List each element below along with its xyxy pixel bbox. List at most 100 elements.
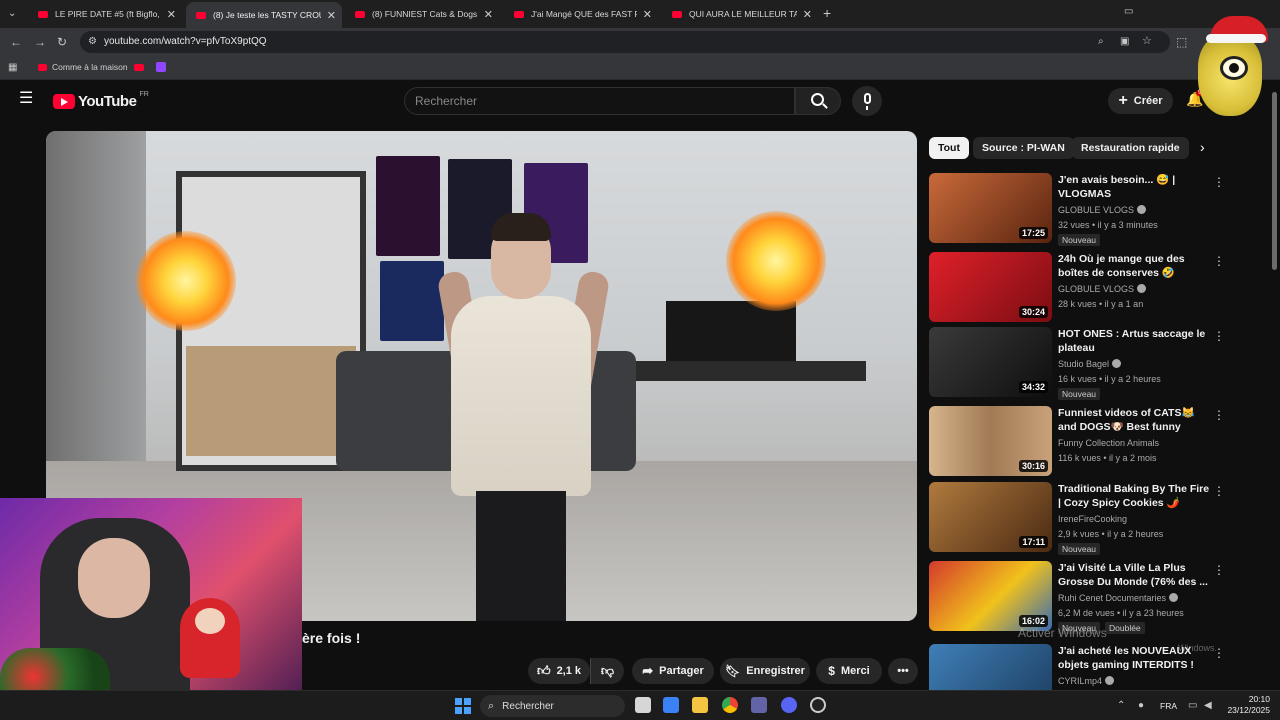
- video-thumbnail[interactable]: 30:24: [929, 252, 1052, 322]
- video-thumbnail[interactable]: 30:16: [929, 406, 1052, 476]
- recommendation-item[interactable]: 34:32 HOT ONES : Artus saccage le platea…: [929, 327, 1229, 400]
- recommendation-title[interactable]: HOT ONES : Artus saccage le plateau: [1058, 327, 1213, 355]
- more-options-icon[interactable]: ⋮: [1213, 563, 1225, 577]
- recommendation-title[interactable]: J'ai Visité La Ville La Plus Grosse Du M…: [1058, 561, 1213, 589]
- video-thumbnail[interactable]: 17:25: [929, 173, 1052, 243]
- voice-search-button[interactable]: [852, 86, 882, 116]
- video-thumbnail[interactable]: 34:32: [929, 327, 1052, 397]
- recommendation-title[interactable]: 24h Où je mange que des boîtes de conser…: [1058, 252, 1213, 280]
- more-options-icon[interactable]: ⋮: [1213, 175, 1225, 189]
- menu-icon[interactable]: ☰: [19, 91, 33, 107]
- activate-windows-watermark: Activer Windows: [1018, 626, 1107, 640]
- language-indicator[interactable]: FRA: [1160, 701, 1177, 711]
- share-button[interactable]: ➦ Partager: [632, 658, 714, 684]
- thanks-button[interactable]: $ Merci: [816, 658, 882, 684]
- video-person-torso: [451, 296, 591, 496]
- cast-icon[interactable]: ▣: [1120, 36, 1129, 48]
- url-text[interactable]: youtube.com/watch?v=pfvToX9ptQQ: [104, 36, 267, 47]
- page-scrollbar[interactable]: [1272, 92, 1277, 270]
- video-thumbnail[interactable]: 16:02: [929, 561, 1052, 631]
- taskbar-search[interactable]: ⌕ Rechercher: [480, 695, 625, 717]
- recommendation-title[interactable]: Traditional Baking By The Fire | Cozy Sp…: [1058, 482, 1213, 510]
- recommendation-item[interactable]: 17:11 Traditional Baking By The Fire | C…: [929, 482, 1229, 555]
- more-options-icon[interactable]: ⋮: [1213, 484, 1225, 498]
- tab-3[interactable]: (8) FUNNIEST Cats & Dogs Com ✕: [345, 3, 499, 25]
- zoom-icon[interactable]: ⌕: [1098, 36, 1104, 48]
- close-icon[interactable]: ✕: [327, 9, 336, 22]
- back-icon[interactable]: ←: [10, 36, 22, 48]
- close-icon[interactable]: ✕: [167, 8, 176, 21]
- video-thumbnail[interactable]: 17:11: [929, 482, 1052, 552]
- youtube-favicon-icon: [196, 11, 206, 19]
- site-info-icon[interactable]: ⚙: [88, 36, 97, 48]
- tab-4[interactable]: J'ai Mangé QUE des FAST FOOD ✕: [504, 3, 658, 25]
- channel-name[interactable]: IreneFireCooking: [1058, 514, 1127, 524]
- bookmark-star-icon[interactable]: ☆: [1142, 35, 1152, 47]
- close-icon[interactable]: ✕: [643, 8, 652, 21]
- recommendation-title[interactable]: J'en avais besoin... 😅 | VLOGMAS: [1058, 173, 1213, 201]
- more-options-icon[interactable]: ⋮: [1213, 254, 1225, 268]
- close-icon[interactable]: ✕: [803, 8, 812, 21]
- search-input[interactable]: Rechercher: [404, 87, 795, 115]
- search-button[interactable]: [795, 87, 841, 115]
- more-actions-button[interactable]: •••: [888, 658, 918, 684]
- discord-icon[interactable]: [781, 697, 797, 713]
- close-icon[interactable]: ✕: [484, 8, 493, 21]
- youtube-bookmark-icon[interactable]: [134, 64, 144, 71]
- obs-icon[interactable]: [810, 697, 826, 713]
- apps-grid-icon[interactable]: ▦: [8, 62, 17, 74]
- bookmark-item[interactable]: Comme à la maison: [38, 62, 128, 72]
- recommendation-item[interactable]: 16:02 J'ai Visité La Ville La Plus Gross…: [929, 561, 1229, 634]
- save-label: Enregistrer: [746, 665, 805, 677]
- forward-icon[interactable]: →: [34, 36, 46, 48]
- task-view-icon[interactable]: [635, 697, 651, 713]
- teams-icon[interactable]: [751, 697, 767, 713]
- video-person: [406, 201, 636, 621]
- tab-1[interactable]: LE PIRE DATE #5 (ft Bigflo, Anyme ✕: [28, 3, 182, 25]
- video-thumbnail[interactable]: [929, 644, 1052, 690]
- save-button[interactable]: 🔖︎ Enregistrer: [720, 658, 810, 684]
- recommendation-title[interactable]: Funniest videos of CATS😹 and DOGS🐶 Best …: [1058, 406, 1213, 434]
- like-button[interactable]: 👍︎ 2,1 k: [528, 658, 590, 684]
- chip-all[interactable]: Tout: [929, 137, 969, 159]
- new-tab-button[interactable]: +: [823, 6, 831, 20]
- address-bar[interactable]: ⚙ youtube.com/watch?v=pfvToX9ptQQ ⌕ ▣ ☆: [80, 31, 1170, 53]
- store-icon[interactable]: [663, 697, 679, 713]
- duration-badge: 34:32: [1018, 381, 1048, 393]
- channel-name[interactable]: Studio Bagel: [1058, 359, 1122, 369]
- windows-start-icon[interactable]: [455, 698, 471, 714]
- recommendation-item[interactable]: 30:16 Funniest videos of CATS😹 and DOGS🐶…: [929, 406, 1229, 478]
- channel-name[interactable]: CYRILmp4: [1058, 676, 1115, 686]
- youtube-logo[interactable]: YouTube FR: [53, 91, 149, 110]
- network-icon[interactable]: ▭: [1188, 700, 1197, 712]
- tab-search-icon[interactable]: ⌄: [8, 8, 16, 20]
- tab-title: QUI AURA LE MEILLEUR TALENT: [689, 9, 797, 19]
- mic-tray-icon[interactable]: ●: [1138, 700, 1144, 712]
- tray-chevron-icon[interactable]: ⌃: [1117, 700, 1125, 712]
- chevron-right-icon[interactable]: ›: [1200, 140, 1205, 154]
- file-explorer-icon[interactable]: [692, 697, 708, 713]
- recommendation-item[interactable]: 17:25 J'en avais besoin... 😅 | VLOGMAS G…: [929, 173, 1229, 246]
- channel-name[interactable]: Funny Collection Animals: [1058, 438, 1159, 448]
- video-meta: 28 k vues • il y a 1 an: [1058, 299, 1144, 309]
- tab-2[interactable]: (8) Je teste les TASTY CROUSTY ✕: [186, 2, 342, 28]
- reload-icon[interactable]: ↻: [57, 36, 67, 48]
- dislike-button[interactable]: 👎︎: [590, 658, 624, 684]
- recommendation-item[interactable]: 30:24 24h Où je mange que des boîtes de …: [929, 252, 1229, 324]
- chip-source[interactable]: Source : PI-WAN: [973, 137, 1074, 159]
- more-options-icon[interactable]: ⋮: [1213, 329, 1225, 343]
- chip-fast-food[interactable]: Restauration rapide: [1072, 137, 1189, 159]
- channel-name[interactable]: Ruhi Cenet Documentaries: [1058, 593, 1179, 603]
- twitch-bookmark-icon[interactable]: [156, 62, 166, 72]
- channel-name[interactable]: GLOBULE VLOGS: [1058, 205, 1147, 215]
- volume-icon[interactable]: ◀: [1204, 700, 1212, 712]
- chrome-icon[interactable]: [722, 697, 738, 713]
- system-clock[interactable]: 20:10 23/12/2025: [1224, 694, 1270, 716]
- channel-name[interactable]: GLOBULE VLOGS: [1058, 284, 1147, 294]
- create-button[interactable]: + Créer: [1108, 88, 1173, 114]
- more-options-icon[interactable]: ⋮: [1213, 408, 1225, 422]
- tab-5[interactable]: QUI AURA LE MEILLEUR TALENT ✕: [662, 3, 818, 25]
- video-scene-cabinet: [186, 346, 356, 456]
- extensions-icon[interactable]: ⬚: [1176, 36, 1187, 48]
- verified-icon: [1105, 676, 1115, 685]
